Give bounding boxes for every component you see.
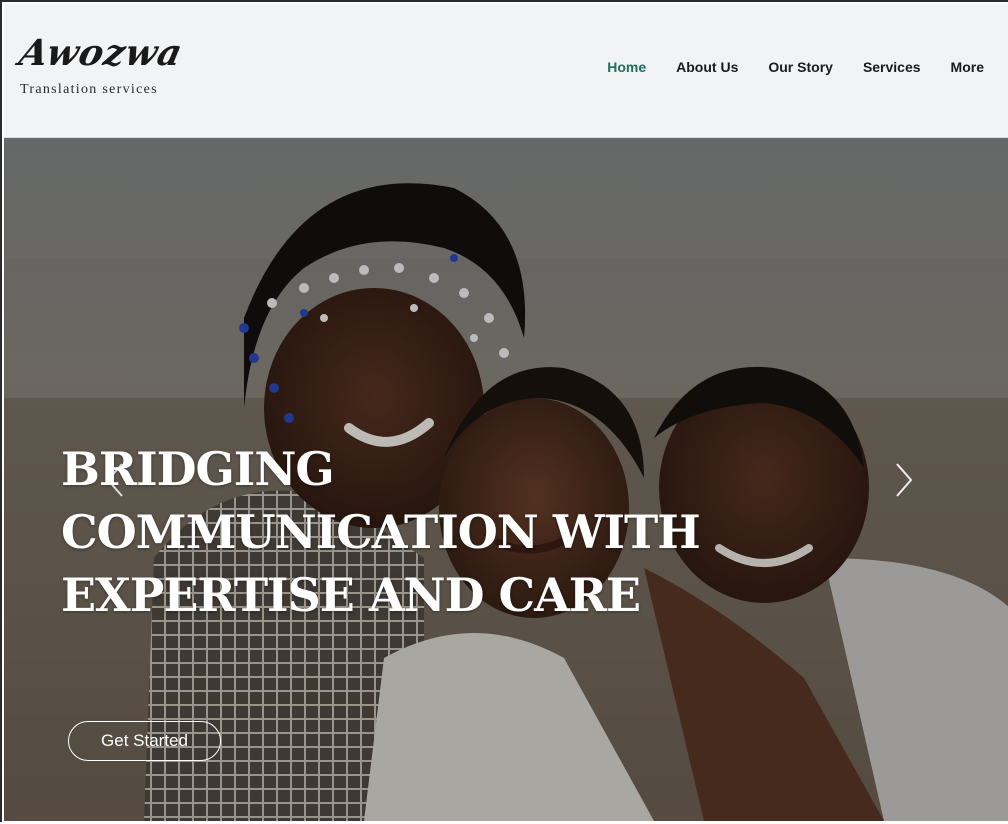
main-nav: Home About Us Our Story Services More [577, 59, 984, 75]
nav-item-our-story[interactable]: Our Story [768, 59, 833, 75]
hero-slideshow: BRIDGING COMMUNICATION WITH EXPERTISE AN… [4, 138, 1008, 821]
hero-title-line: BRIDGING [61, 442, 335, 496]
chevron-left-icon[interactable] [104, 460, 126, 500]
get-started-button[interactable]: Get Started [68, 721, 221, 761]
nav-item-home[interactable]: Home [607, 59, 646, 75]
hero-title-line: COMMUNICATION WITH [61, 505, 701, 559]
page-frame: Awozwa Translation services Home About U… [0, 0, 1008, 824]
brand-logo[interactable]: Awozwa [16, 32, 187, 74]
hero-title: BRIDGING COMMUNICATION WITH EXPERTISE AN… [61, 438, 701, 627]
nav-item-services[interactable]: Services [863, 59, 921, 75]
hero-title-line: EXPERTISE AND CARE [61, 568, 641, 622]
nav-item-about-us[interactable]: About Us [676, 59, 738, 75]
nav-item-more[interactable]: More [951, 59, 984, 75]
brand-tagline: Translation services [20, 82, 158, 97]
site-header: Awozwa Translation services Home About U… [4, 4, 1008, 138]
chevron-right-icon[interactable] [893, 460, 915, 500]
